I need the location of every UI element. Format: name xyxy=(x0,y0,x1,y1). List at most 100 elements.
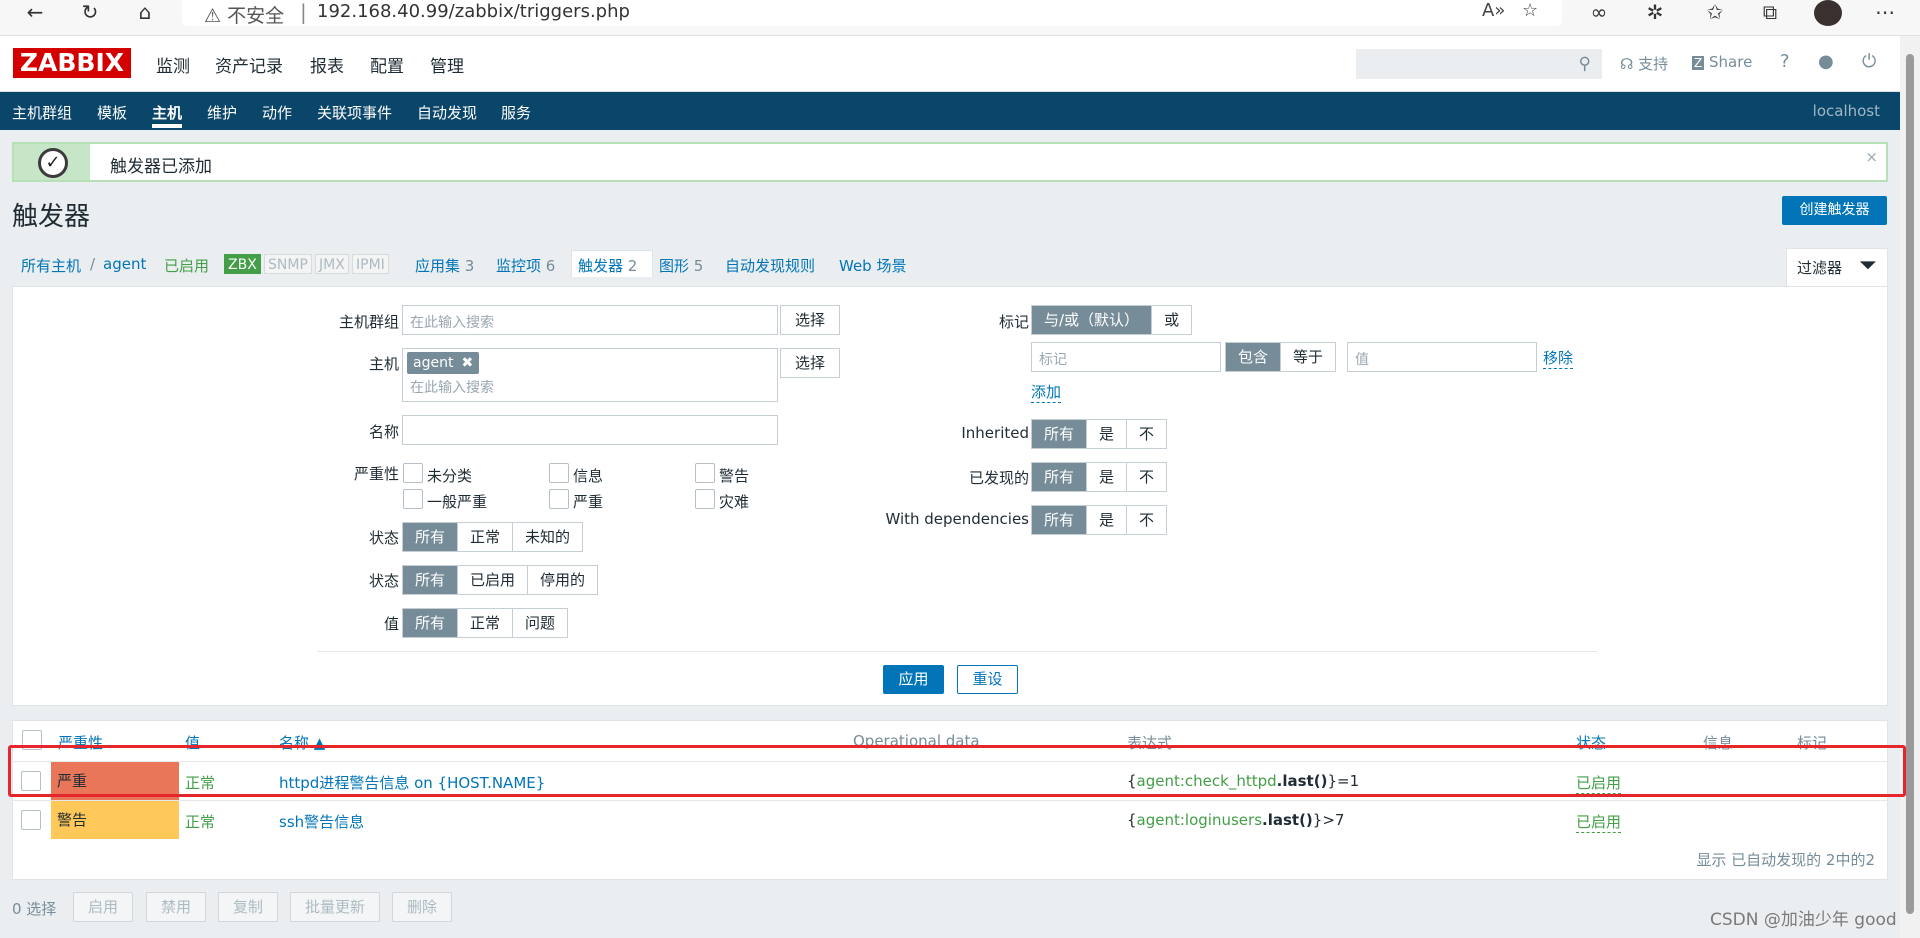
home-icon[interactable]: ⌂ xyxy=(130,0,160,24)
tag-value-input[interactable]: 值 xyxy=(1347,342,1537,372)
subnav-actions[interactable]: 动作 xyxy=(262,102,292,123)
status-all[interactable]: 所有 xyxy=(403,566,458,594)
row-checkbox[interactable] xyxy=(21,810,41,830)
inherited-all[interactable]: 所有 xyxy=(1032,420,1087,448)
mass-enable-button[interactable]: 启用 xyxy=(73,892,133,922)
add-tag-link[interactable]: 添加 xyxy=(1031,381,1062,403)
subnav-services[interactable]: 服务 xyxy=(501,102,531,123)
host-input[interactable]: agent ✖ 在此输入搜索 xyxy=(402,348,778,402)
refresh-icon[interactable]: ↻ xyxy=(75,0,105,24)
tab-web-scenarios[interactable]: Web 场景 xyxy=(839,255,906,276)
host-chip[interactable]: agent ✖ xyxy=(407,352,480,374)
state-normal[interactable]: 正常 xyxy=(457,523,512,551)
url-text[interactable]: 192.168.40.99/zabbix/triggers.php xyxy=(317,1,630,22)
subnav-templates[interactable]: 模板 xyxy=(97,102,127,123)
subnav-discovery[interactable]: 自动发现 xyxy=(417,102,477,123)
tab-applications[interactable]: 应用集 3 xyxy=(415,255,474,276)
state-segmented: 所有 正常 未知的 xyxy=(402,522,584,552)
mass-update-button[interactable]: 批量更新 xyxy=(290,892,380,922)
help-icon[interactable]: ? xyxy=(1780,51,1790,72)
search-icon[interactable]: ⚲ xyxy=(1579,54,1591,74)
tags-mode-or[interactable]: 或 xyxy=(1151,306,1191,334)
remove-chip-icon[interactable]: ✖ xyxy=(461,355,473,371)
discovered-no[interactable]: 不 xyxy=(1126,463,1166,491)
state-unknown[interactable]: 未知的 xyxy=(512,523,582,551)
address-bar[interactable]: ⚠ 不安全 | 192.168.40.99/zabbix/triggers.ph… xyxy=(182,0,1562,28)
share-link[interactable]: Z Share xyxy=(1692,53,1752,71)
favorites-icon[interactable]: ✩ xyxy=(1700,0,1730,24)
nav-administration[interactable]: 管理 xyxy=(430,52,464,77)
tag-op-equals[interactable]: 等于 xyxy=(1280,343,1335,371)
tag-name-input[interactable]: 标记 xyxy=(1031,342,1221,372)
severity-high-checkbox[interactable] xyxy=(549,489,569,509)
dependencies-no[interactable]: 不 xyxy=(1126,506,1166,534)
page-scrollbar[interactable] xyxy=(1900,36,1920,938)
mass-delete-button[interactable]: 删除 xyxy=(392,892,452,922)
status-disabled[interactable]: 停用的 xyxy=(527,566,597,594)
host-group-input[interactable]: 在此输入搜索 xyxy=(402,305,778,335)
severity-warning-checkbox[interactable] xyxy=(695,463,715,483)
favorite-add-icon[interactable]: ☆ xyxy=(1522,0,1538,21)
reset-filter-button[interactable]: 重设 xyxy=(957,665,1018,694)
dependencies-yes[interactable]: 是 xyxy=(1086,506,1126,534)
mass-disable-button[interactable]: 禁用 xyxy=(146,892,206,922)
breadcrumb-all-hosts[interactable]: 所有主机 xyxy=(21,255,81,276)
discovered-all[interactable]: 所有 xyxy=(1032,463,1087,491)
tab-items[interactable]: 监控项 6 xyxy=(496,255,555,276)
back-icon[interactable]: ← xyxy=(20,0,50,24)
tab-discovery-rules[interactable]: 自动发现规则 xyxy=(725,255,815,276)
infinity-icon[interactable]: ∞ xyxy=(1584,0,1614,24)
name-input[interactable] xyxy=(402,415,778,445)
dependencies-all[interactable]: 所有 xyxy=(1032,506,1087,534)
status-toggle[interactable]: 已启用 xyxy=(1576,811,1622,833)
severity-not-classified-checkbox[interactable] xyxy=(403,463,423,483)
value-problem[interactable]: 问题 xyxy=(512,609,567,637)
value-ok[interactable]: 正常 xyxy=(457,609,512,637)
sign-out-icon[interactable]: ⏻ xyxy=(1862,51,1876,72)
nav-configuration[interactable]: 配置 xyxy=(370,52,404,77)
inherited-no[interactable]: 不 xyxy=(1126,420,1166,448)
value-all[interactable]: 所有 xyxy=(403,609,458,637)
collections-icon[interactable]: ⧉ xyxy=(1755,0,1785,24)
nav-reports[interactable]: 报表 xyxy=(310,52,344,77)
nav-inventory[interactable]: 资产记录 xyxy=(215,52,283,77)
status-enabled[interactable]: 已启用 xyxy=(457,566,527,594)
severity-disaster-checkbox[interactable] xyxy=(695,489,715,509)
apply-filter-button[interactable]: 应用 xyxy=(883,665,944,694)
profile-avatar[interactable] xyxy=(1814,0,1842,26)
host-group-select-button[interactable]: 选择 xyxy=(780,305,840,335)
tab-graphs[interactable]: 图形 5 xyxy=(659,255,703,276)
zabbix-logo[interactable]: ZABBIX xyxy=(13,48,131,78)
nav-monitoring[interactable]: 监测 xyxy=(156,52,190,77)
host-select-button[interactable]: 选择 xyxy=(780,348,840,378)
remove-tag-link[interactable]: 移除 xyxy=(1543,347,1574,369)
breadcrumb-host[interactable]: agent xyxy=(103,255,146,273)
read-aloud-icon[interactable]: A» xyxy=(1482,0,1505,21)
subnav-maintenance[interactable]: 维护 xyxy=(207,102,237,123)
more-icon[interactable]: ⋯ xyxy=(1870,0,1900,24)
trigger-name-link[interactable]: ssh警告信息 xyxy=(279,811,364,832)
host-status-enabled[interactable]: 已启用 xyxy=(164,255,209,276)
expression-item-link[interactable]: agent:loginusers xyxy=(1137,811,1262,829)
user-profile-icon[interactable]: ● xyxy=(1818,51,1834,72)
severity-average-checkbox[interactable] xyxy=(403,489,423,509)
create-trigger-button[interactable]: 创建触发器 xyxy=(1782,196,1887,225)
subnav-hosts[interactable]: 主机 xyxy=(152,102,182,123)
tab-triggers[interactable]: 触发器 2 xyxy=(578,255,637,276)
close-icon[interactable]: × xyxy=(1865,148,1878,166)
mass-copy-button[interactable]: 复制 xyxy=(218,892,278,922)
subnav-host-groups[interactable]: 主机群组 xyxy=(12,102,72,123)
tags-mode-and-or[interactable]: 与/或（默认） xyxy=(1032,306,1152,334)
discovered-yes[interactable]: 是 xyxy=(1086,463,1126,491)
global-search-input[interactable]: ⚲ xyxy=(1356,49,1602,79)
filter-tab[interactable]: 过滤器 ⏷ xyxy=(1786,248,1888,286)
tag-op-contains[interactable]: 包含 xyxy=(1226,343,1281,371)
support-link[interactable]: ☊ 支持 xyxy=(1620,53,1668,74)
subnav-event-correlation[interactable]: 关联项事件 xyxy=(317,102,392,123)
severity-information-checkbox[interactable] xyxy=(549,463,569,483)
scrollbar-thumb[interactable] xyxy=(1906,54,1914,914)
extensions-icon[interactable]: ✲ xyxy=(1640,0,1670,24)
security-warning[interactable]: ⚠ 不安全 xyxy=(204,1,284,28)
state-all[interactable]: 所有 xyxy=(403,523,458,551)
inherited-yes[interactable]: 是 xyxy=(1086,420,1126,448)
